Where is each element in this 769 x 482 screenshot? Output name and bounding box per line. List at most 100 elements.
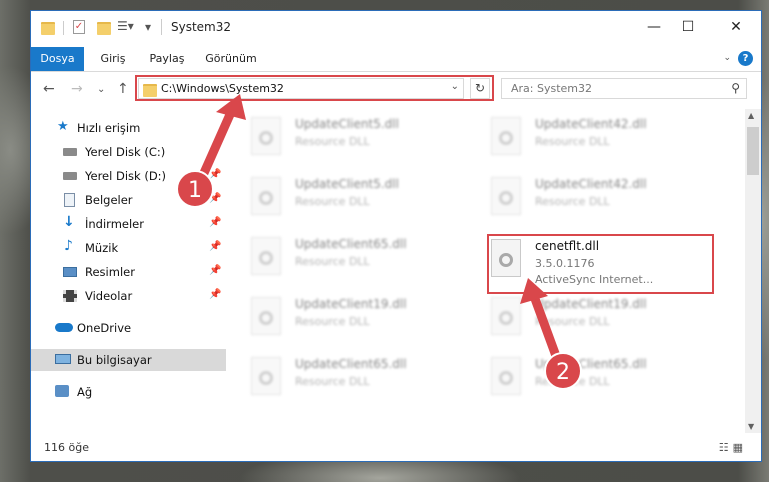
file-name: UpdateClient42.dll: [535, 177, 647, 191]
dll-file-icon: [491, 297, 521, 335]
cloud-icon: [55, 323, 73, 332]
list-item[interactable]: UpdateClient5.dll Resource DLL: [251, 117, 481, 169]
file-description: Resource DLL: [535, 195, 610, 208]
step-badge-2: 2: [544, 352, 582, 390]
item-count: 116 öğe: [44, 441, 89, 454]
file-description: Resource DLL: [295, 255, 370, 268]
sidebar-item-label: Ağ: [77, 385, 93, 399]
chevron-down-icon[interactable]: ▾: [145, 20, 151, 34]
list-item[interactable]: UpdateClient42.dll Resource DLL: [491, 177, 721, 229]
ribbon-tabs: Dosya Giriş Paylaş Görünüm ⌄ ?: [31, 47, 761, 72]
customize-toolbar-icon[interactable]: ☰▾: [117, 19, 134, 33]
dll-file-icon: [491, 177, 521, 215]
file-name: UpdateClient65.dll: [295, 357, 407, 371]
new-folder-icon[interactable]: [97, 22, 111, 35]
drive-icon: [63, 148, 77, 156]
tab-share[interactable]: Paylaş: [141, 47, 193, 71]
sidebar-item-onedrive[interactable]: OneDrive: [31, 317, 226, 339]
scrollbar-thumb[interactable]: [747, 127, 759, 175]
list-item[interactable]: UpdateClient19.dll Resource DLL: [251, 297, 481, 349]
help-icon[interactable]: ?: [738, 51, 753, 66]
network-icon: [55, 385, 69, 397]
sidebar-item-label: Bu bilgisayar: [77, 353, 152, 367]
sidebar-item-this-pc[interactable]: Bu bilgisayar: [31, 349, 226, 371]
list-item[interactable]: UpdateClient65.dll Resource DLL: [251, 357, 481, 409]
vertical-scrollbar[interactable]: ▲ ▼: [745, 109, 761, 433]
search-placeholder: Ara: System32: [511, 82, 593, 95]
tab-home[interactable]: Giriş: [91, 47, 135, 71]
window-title: System32: [171, 20, 232, 34]
sidebar-item-label: İndirmeler: [85, 217, 144, 231]
divider: [63, 21, 64, 35]
pin-icon[interactable]: 📌: [209, 241, 221, 252]
sidebar-item-network[interactable]: Ağ: [31, 381, 226, 403]
sidebar-item-pictures[interactable]: Resimler 📌: [31, 261, 226, 283]
details-view-icon[interactable]: ☷: [719, 441, 733, 454]
sidebar-item-label: Belgeler: [85, 193, 133, 207]
close-button[interactable]: ✕: [721, 17, 751, 37]
scroll-up-icon[interactable]: ▲: [748, 111, 754, 120]
back-arrow-icon[interactable]: ←: [43, 81, 55, 97]
sidebar-item-label: Videolar: [85, 289, 133, 303]
videos-icon: [63, 290, 77, 302]
scroll-down-icon[interactable]: ▼: [748, 422, 754, 431]
file-name: UpdateClient5.dll: [295, 177, 399, 191]
file-name: UpdateClient42.dll: [535, 117, 647, 131]
sidebar-item-videos[interactable]: Videolar 📌: [31, 285, 226, 307]
title-bar: ✓ ☰▾ ▾ System32 — ☐ ✕: [31, 11, 761, 45]
sidebar-item-label: Resimler: [85, 265, 135, 279]
sidebar-item-downloads[interactable]: ↓ İndirmeler 📌: [31, 213, 226, 235]
file-description: Resource DLL: [295, 375, 370, 388]
pictures-icon: [63, 267, 77, 277]
sidebar-item-label: OneDrive: [77, 321, 132, 335]
large-icons-view-icon[interactable]: ▦: [733, 441, 747, 454]
status-bar: 116 öğe ☷▦: [31, 435, 761, 461]
sidebar-item-label: Yerel Disk (C:): [85, 145, 166, 159]
recent-locations-icon[interactable]: ⌄: [97, 84, 105, 95]
music-icon: ♪: [64, 238, 73, 254]
minimize-button[interactable]: —: [639, 17, 669, 37]
list-item[interactable]: UpdateClient5.dll Resource DLL: [251, 177, 481, 229]
file-description: Resource DLL: [295, 135, 370, 148]
file-description: Resource DLL: [535, 135, 610, 148]
navigation-pane: ★ Hızlı erişim Yerel Disk (C:) Yerel Dis…: [31, 111, 226, 431]
forward-arrow-icon[interactable]: →: [71, 81, 83, 97]
dll-file-icon: [251, 357, 281, 395]
search-input[interactable]: Ara: System32 ⚲: [501, 78, 747, 99]
file-name: UpdateClient5.dll: [295, 117, 399, 131]
dll-file-icon: [251, 177, 281, 215]
view-mode-icons[interactable]: ☷▦: [719, 441, 747, 454]
file-highlight-box: [487, 234, 714, 294]
file-description: Resource DLL: [535, 315, 610, 328]
file-name: UpdateClient65.dll: [295, 237, 407, 251]
tab-file[interactable]: Dosya: [31, 47, 84, 71]
star-icon: ★: [57, 119, 69, 134]
list-item[interactable]: UpdateClient65.dll Resource DLL: [491, 357, 721, 409]
computer-icon: [55, 354, 71, 364]
sidebar-item-label: Müzik: [85, 241, 119, 255]
pin-icon[interactable]: 📌: [209, 289, 221, 300]
list-item[interactable]: UpdateClient42.dll Resource DLL: [491, 117, 721, 169]
maximize-button[interactable]: ☐: [673, 17, 703, 37]
sidebar-item-label: Yerel Disk (D:): [85, 169, 167, 183]
sidebar-item-disk-c[interactable]: Yerel Disk (C:): [31, 141, 226, 163]
file-name: UpdateClient19.dll: [535, 297, 647, 311]
dll-file-icon: [251, 117, 281, 155]
properties-icon[interactable]: ✓: [73, 20, 85, 34]
folder-icon: [41, 22, 55, 35]
sidebar-item-quick-access[interactable]: ★ Hızlı erişim: [31, 117, 226, 139]
list-item[interactable]: UpdateClient19.dll Resource DLL: [491, 297, 721, 349]
sidebar-item-music[interactable]: ♪ Müzik 📌: [31, 237, 226, 259]
pin-icon[interactable]: 📌: [209, 217, 221, 228]
up-arrow-icon[interactable]: ↑: [117, 81, 129, 97]
expand-ribbon-icon[interactable]: ⌄: [723, 53, 731, 63]
download-icon: ↓: [63, 214, 75, 230]
file-explorer-window: ✓ ☰▾ ▾ System32 — ☐ ✕ Dosya Giriş Paylaş…: [30, 10, 762, 462]
dll-file-icon: [251, 297, 281, 335]
list-item[interactable]: UpdateClient65.dll Resource DLL: [251, 237, 481, 289]
search-icon[interactable]: ⚲: [731, 81, 740, 95]
drive-icon: [63, 172, 77, 180]
tab-view[interactable]: Görünüm: [199, 47, 263, 71]
dll-file-icon: [491, 357, 521, 395]
pin-icon[interactable]: 📌: [209, 265, 221, 276]
